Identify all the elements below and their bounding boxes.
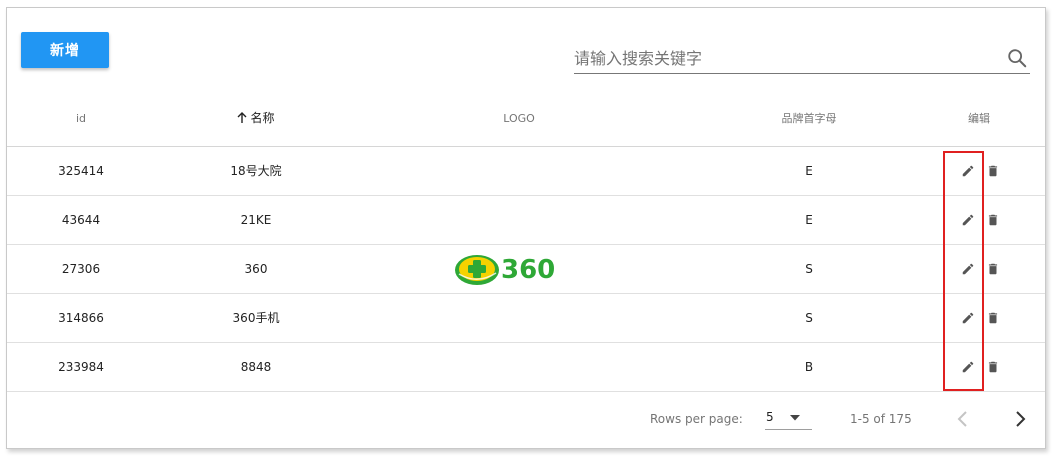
table-row: 233984 8848 B (7, 343, 1045, 392)
delete-icon[interactable] (986, 360, 1000, 374)
edit-icon[interactable] (961, 213, 975, 227)
column-header-letter[interactable]: 品牌首字母 (749, 90, 869, 147)
search-input[interactable] (574, 44, 994, 72)
table-row: 325414 18号大院 E (7, 147, 1045, 196)
rows-per-page-value: 5 (766, 410, 774, 424)
pagination-range: 1-5 of 175 (850, 412, 912, 426)
cell-letter: S (805, 262, 813, 276)
cell-id: 43644 (61, 213, 101, 227)
cell-id: 27306 (61, 262, 101, 276)
edit-icon[interactable] (961, 360, 975, 374)
chevron-left-icon[interactable] (956, 410, 970, 428)
chevron-right-icon[interactable] (1013, 410, 1027, 428)
brand-logo-image: 360 (455, 255, 555, 285)
cell-letter: S (805, 311, 813, 325)
search-field (574, 44, 1030, 74)
delete-icon[interactable] (986, 311, 1000, 325)
cell-id: 233984 (58, 360, 104, 374)
search-icon[interactable] (1006, 47, 1028, 69)
cell-letter: E (805, 164, 813, 178)
table-row: 27306 360 S 360 (7, 245, 1045, 294)
cell-letter: B (804, 360, 814, 374)
cell-id: 314866 (58, 311, 104, 325)
delete-icon[interactable] (986, 262, 1000, 276)
cell-name: 21KE (240, 213, 272, 227)
row-actions (957, 245, 1007, 293)
brand-logo-text: 360 (501, 255, 555, 285)
column-header-name[interactable]: 名称 (206, 90, 306, 147)
toolbar: 新增 (7, 8, 1045, 90)
row-actions (957, 147, 1007, 195)
delete-icon[interactable] (986, 164, 1000, 178)
edit-icon[interactable] (961, 164, 975, 178)
edit-icon[interactable] (961, 311, 975, 325)
cell-name: 18号大院 (230, 164, 282, 178)
table-row: 43644 21KE E (7, 196, 1045, 245)
row-actions (957, 343, 1007, 391)
cell-name: 360 (244, 262, 268, 276)
column-header-edit: 编辑 (968, 112, 990, 125)
rows-per-page-label: Rows per page: (650, 412, 743, 426)
table-row: 314866 360手机 S (7, 294, 1045, 343)
cell-letter: E (805, 213, 813, 227)
table-footer: Rows per page: 5 1-5 of 175 (7, 392, 1045, 448)
rows-per-page-select[interactable]: 5 (765, 406, 812, 430)
delete-icon[interactable] (986, 213, 1000, 227)
column-header-logo[interactable]: LOGO (469, 90, 569, 147)
column-header-id[interactable]: id (31, 90, 131, 147)
chevron-down-icon (790, 415, 800, 421)
edit-icon[interactable] (961, 262, 975, 276)
cell-name: 8848 (240, 360, 272, 374)
sort-arrow-up-icon (237, 112, 247, 123)
brand-management-panel: 新增 id 名称 LOGO 品牌首字母 编辑 32541418号大院E43644… (6, 7, 1046, 449)
add-button[interactable]: 新增 (21, 32, 109, 68)
row-actions (957, 294, 1007, 342)
table-header: id 名称 LOGO 品牌首字母 编辑 (7, 90, 1045, 147)
column-header-name-label: 名称 (250, 111, 275, 125)
cell-id: 325414 (58, 164, 104, 178)
cell-name: 360手机 (232, 311, 280, 325)
row-actions (957, 196, 1007, 244)
